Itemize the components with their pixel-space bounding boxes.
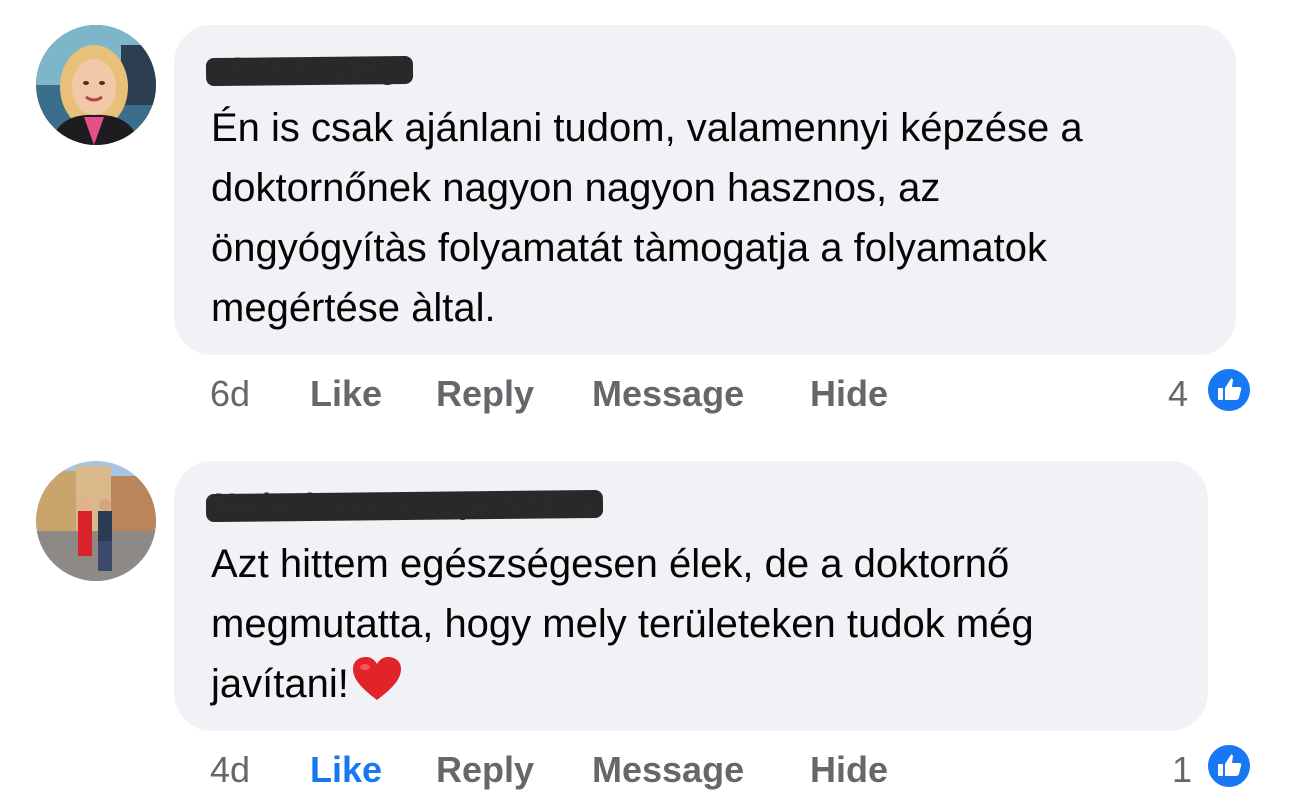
thumbs-up-icon (1218, 378, 1242, 400)
comment-bubble: Nadanicsekné Topa Szilvia Azt hittem egé… (174, 461, 1208, 731)
avatar[interactable] (36, 25, 156, 145)
reaction-count[interactable]: 4 (1168, 373, 1188, 415)
avatar-photo (36, 25, 156, 145)
like-reaction-icon[interactable] (1206, 743, 1252, 789)
comment-author[interactable]: Viola Tószegi (205, 53, 414, 87)
reaction-count[interactable]: 1 (1172, 749, 1192, 791)
reply-button[interactable]: Reply (436, 749, 534, 791)
comment-timestamp[interactable]: 6d (210, 373, 250, 415)
hide-button[interactable]: Hide (810, 373, 888, 415)
message-button[interactable]: Message (592, 749, 744, 791)
comment-line-with-emoji: javítani! (211, 654, 1034, 714)
comment-text: Azt hittem egészségesen élek, de a dokto… (211, 534, 1034, 714)
comment-timestamp[interactable]: 4d (210, 749, 250, 791)
comment-author[interactable]: Nadanicsekné Topa Szilvia (205, 488, 604, 523)
comment-line: javítani! (211, 662, 349, 706)
comment-bubble: Viola Tószegi Én is csak ajánlani tudom,… (174, 25, 1236, 355)
comment-line: öngyógyítàs folyamatát tàmogatja a folya… (211, 226, 1048, 270)
comment-line: megértése àltal. (211, 286, 496, 330)
avatar[interactable] (36, 461, 156, 581)
reply-button[interactable]: Reply (436, 373, 534, 415)
comment-line: doktornőnek nagyon nagyon hasznos, az (211, 166, 941, 210)
like-reaction-icon[interactable] (1206, 367, 1252, 413)
message-button[interactable]: Message (592, 373, 744, 415)
comment-line: Azt hittem egészségesen élek, de a dokto… (211, 542, 1010, 586)
red-heart-icon (352, 657, 401, 700)
avatar-photo (36, 461, 156, 581)
like-button[interactable]: Like (310, 373, 382, 415)
comment-line: megmutatta, hogy mely területeken tudok … (211, 602, 1034, 646)
thumbs-up-icon (1218, 754, 1242, 776)
hide-button[interactable]: Hide (810, 749, 888, 791)
like-button[interactable]: Like (310, 749, 382, 791)
comment-line: Én is csak ajánlani tudom, valamennyi ké… (211, 106, 1083, 150)
comment-text: Én is csak ajánlani tudom, valamennyi ké… (211, 98, 1083, 338)
